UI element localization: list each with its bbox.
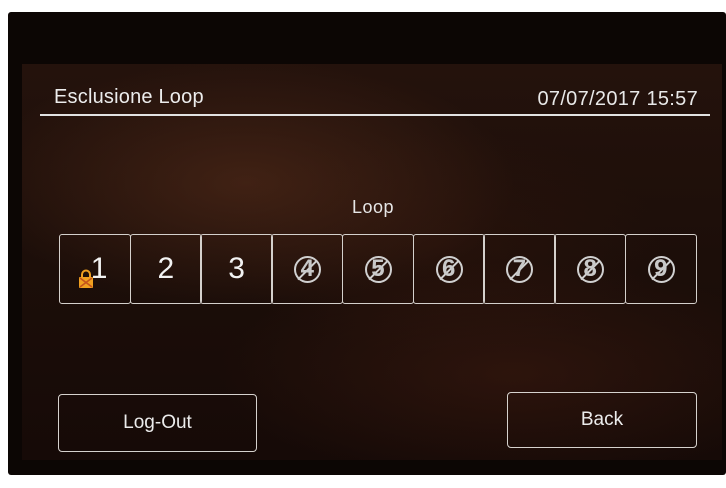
loop-number: 6	[442, 255, 456, 282]
loop-number: 1	[90, 252, 108, 285]
loop-button-2[interactable]: 2	[129, 234, 202, 304]
loop-number: 5	[371, 255, 385, 282]
loop-button-8[interactable]: 8	[554, 234, 627, 304]
loop-number: 4	[300, 255, 314, 282]
logout-button[interactable]: Log-Out	[58, 394, 257, 452]
header-divider	[40, 114, 710, 116]
page-title: Esclusione Loop	[54, 86, 204, 108]
loop-button-7[interactable]: 7	[483, 234, 556, 304]
loop-number: 8	[583, 255, 597, 282]
loop-button-4[interactable]: 4	[271, 234, 344, 304]
touch-screen: Esclusione Loop 07/07/2017 15:57 Loop 1 …	[22, 64, 722, 460]
loop-section-label: Loop	[352, 197, 395, 217]
loop-button-5[interactable]: 5	[341, 234, 415, 304]
loop-number: 9	[654, 255, 668, 282]
loop-number: 2	[157, 252, 175, 285]
loop-number: 7	[512, 255, 527, 282]
loop-button-6[interactable]: 6	[412, 234, 485, 304]
loop-button-3[interactable]: 3	[200, 234, 273, 304]
loop-button-1[interactable]: 1	[59, 234, 132, 304]
back-button[interactable]: Back	[507, 392, 697, 448]
loop-button-9[interactable]: 9	[624, 234, 697, 304]
datetime-display: 07/07/2017 15:57	[537, 88, 698, 110]
loop-number: 3	[228, 252, 245, 285]
loop-selector-grid: 1 2 3 4 5 6 7 8 9	[59, 234, 697, 304]
